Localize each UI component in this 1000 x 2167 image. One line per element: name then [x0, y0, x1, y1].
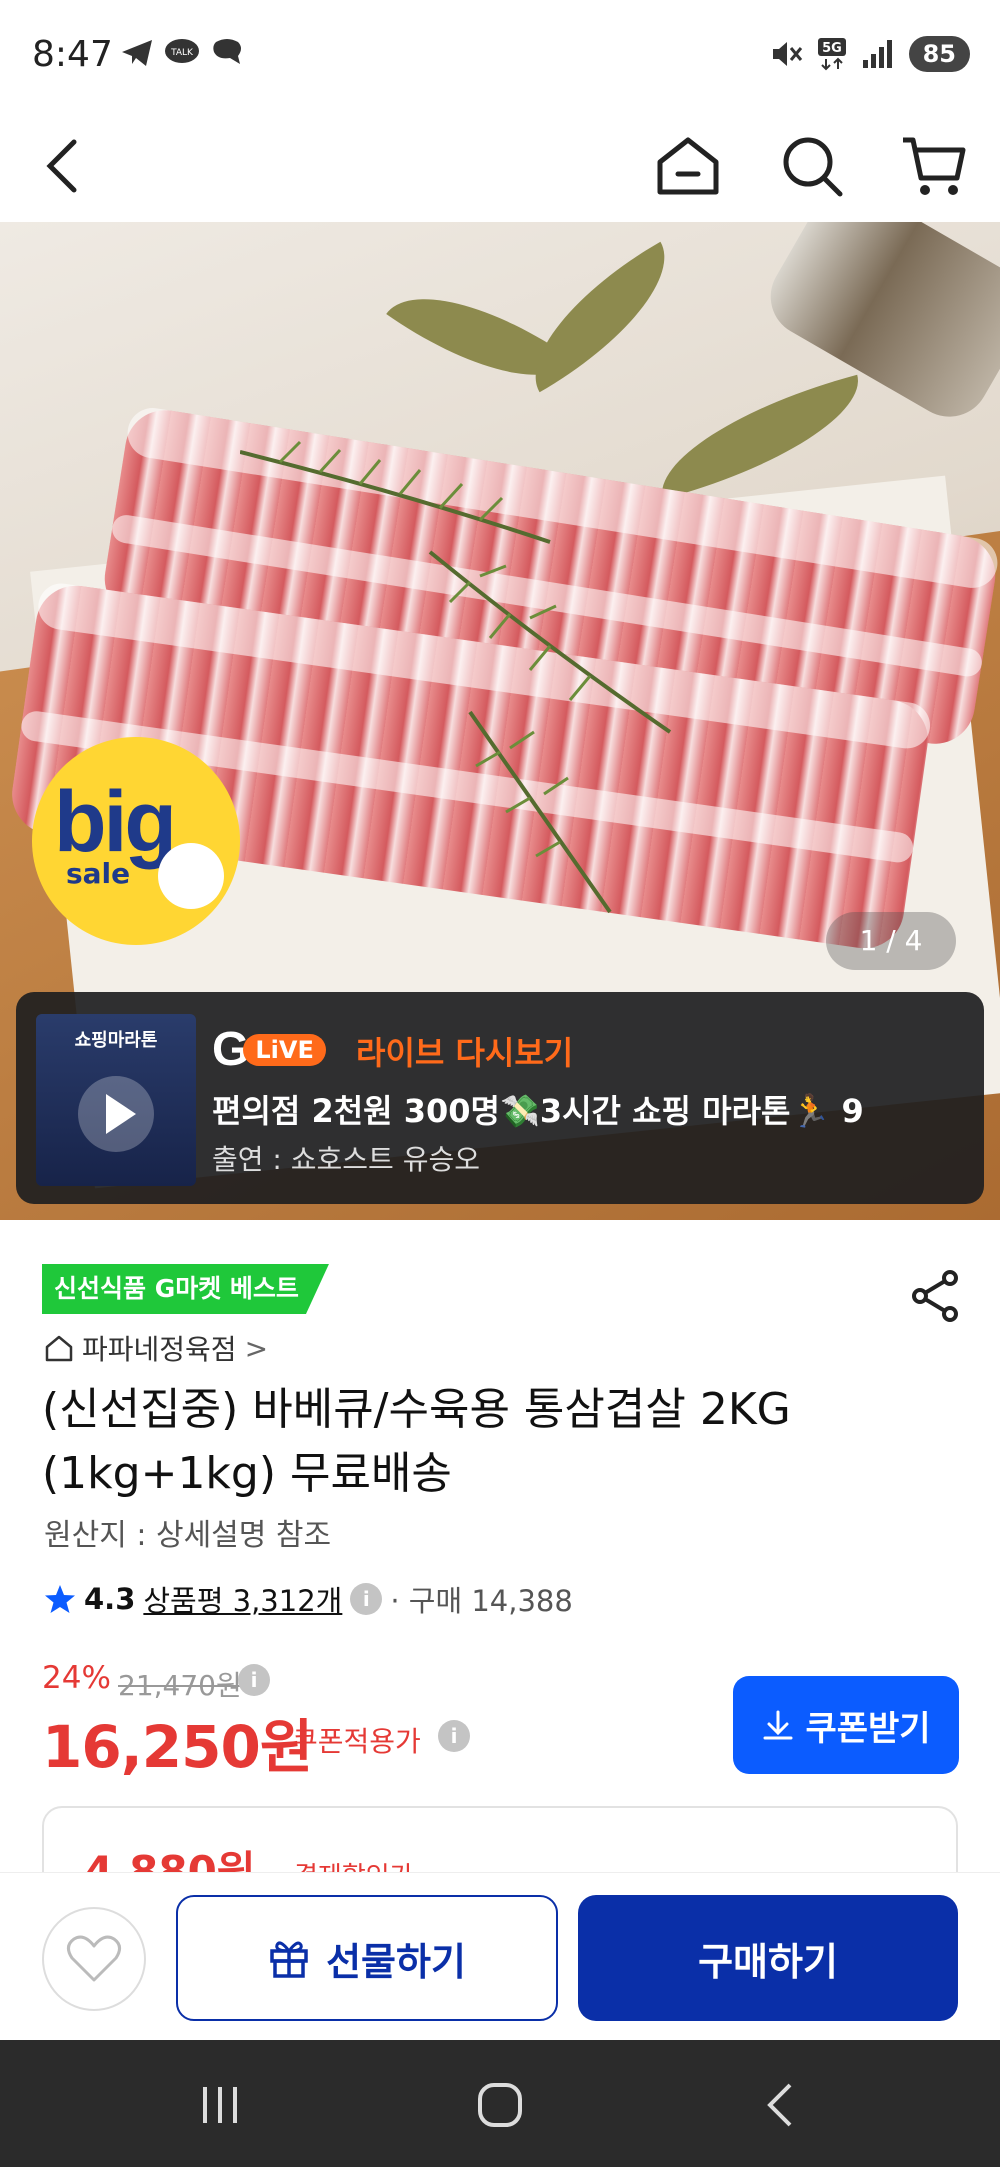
bay-leaf: [386, 256, 574, 418]
product-origin: 원산지 : 상세설명 참조: [44, 1518, 332, 1553]
chat-icon: [213, 39, 241, 64]
sale-price: 16,250원: [42, 1713, 313, 1781]
kakaotalk-icon: TALK: [165, 39, 199, 63]
coupon-price-label: 쿠폰적용가: [292, 1725, 421, 1758]
get-coupon-label: 쿠폰받기: [805, 1708, 931, 1749]
get-coupon-button[interactable]: 쿠폰받기: [733, 1676, 959, 1774]
carousel-page-indicator: 1 / 4: [826, 912, 956, 970]
recent-apps-icon: [203, 2087, 237, 2123]
glive-logo-live: LiVE: [243, 1033, 326, 1066]
product-title: (신선집중) 바베큐/수육용 통삼겹살 2KG (1kg+1kg) 무료배송: [42, 1384, 791, 1499]
svg-text:5G: 5G: [822, 41, 842, 56]
star-icon: [45, 1585, 75, 1613]
glive-logo: G LiVE: [212, 1022, 326, 1077]
rabbit-mascot-icon: [158, 843, 224, 909]
top-nav: [0, 112, 1000, 222]
live-replay-banner[interactable]: 쇼핑마라톤 G LiVE 라이브 다시보기 편의점 2천원 300명💸3시간 쇼…: [16, 992, 984, 1204]
info-icon[interactable]: i: [238, 1664, 270, 1696]
info-icon[interactable]: i: [438, 1720, 470, 1752]
buy-button[interactable]: 구매하기: [578, 1895, 958, 2021]
cart-button[interactable]: [894, 126, 974, 206]
review-count-link[interactable]: 상품평 3,312개: [143, 1578, 342, 1620]
product-image-carousel[interactable]: big sale 1 / 4 쇼핑마라톤 G LiVE 라이브 다시보기 편의점…: [0, 222, 1000, 1220]
shop-link[interactable]: 파파네정육점 >: [44, 1328, 268, 1368]
home-icon: [657, 137, 719, 195]
original-price: 21,470원: [118, 1669, 242, 1702]
status-bar: 8:47 TALK 5G 85: [0, 0, 1000, 112]
home-system-button[interactable]: [460, 2070, 540, 2140]
shop-name: 파파네정육점: [82, 1333, 237, 1366]
discount-rate: 24%: [42, 1660, 111, 1696]
status-app-icons: TALK: [120, 38, 244, 68]
svg-text:TALK: TALK: [170, 48, 194, 58]
info-icon[interactable]: i: [350, 1583, 383, 1615]
live-thumbnail[interactable]: 쇼핑마라톤: [36, 1014, 196, 1186]
gift-button[interactable]: 선물하기: [176, 1895, 558, 2021]
status-time: 8:47: [32, 34, 113, 75]
mute-icon: [772, 42, 802, 66]
gift-icon: [270, 1941, 308, 1978]
live-host: 출연 : 쇼호스트 유승오: [212, 1143, 480, 1176]
big-sale-badge: big sale: [32, 737, 240, 945]
shop-home-icon: [45, 1335, 73, 1362]
status-right: 5G 85: [769, 36, 970, 72]
telegram-icon: [122, 40, 152, 66]
rosemary-sprig: [240, 440, 551, 544]
best-badge: 신선식품 G마켓 베스트: [42, 1264, 329, 1314]
gift-button-label: 선물하기: [326, 1939, 466, 1984]
back-arrow-icon: [767, 2083, 792, 2127]
play-icon: [78, 1076, 154, 1152]
home-button[interactable]: [648, 126, 728, 206]
shop-chevron: >: [244, 1331, 269, 1365]
share-button[interactable]: [906, 1266, 966, 1326]
wishlist-button[interactable]: [42, 1907, 146, 2011]
back-button[interactable]: [22, 126, 102, 206]
back-icon: [46, 139, 77, 193]
rating-score: 4.3: [84, 1582, 136, 1616]
bay-leaf: [644, 374, 876, 500]
big-sale-sale: sale: [66, 857, 131, 890]
live-title: 편의점 2천원 300명💸3시간 쇼핑 마라톤🏃 9: [212, 1092, 864, 1130]
download-icon: [763, 1710, 793, 1740]
home-circle-icon: [478, 2083, 522, 2127]
system-back-button[interactable]: [740, 2070, 820, 2140]
live-thumbnail-title: 쇼핑마라톤: [74, 1030, 158, 1051]
live-replay-label: 라이브 다시보기: [356, 1034, 574, 1072]
recent-apps-button[interactable]: [180, 2070, 260, 2140]
share-icon: [912, 1270, 958, 1322]
system-nav-bar: [0, 2040, 1000, 2167]
bottom-action-bar: 선물하기 구매하기: [0, 1872, 1000, 2040]
rating-row: 4.3 상품평 3,312개 i · 구매 14,388: [44, 1578, 573, 1620]
heart-icon: [67, 1935, 121, 1982]
search-button[interactable]: [772, 126, 852, 206]
5g-icon: 5G: [817, 38, 846, 71]
search-icon: [783, 137, 843, 197]
battery-indicator: 85: [908, 36, 970, 72]
rosemary-sprig: [468, 710, 612, 914]
purchase-count: · 구매 14,388: [390, 1584, 573, 1618]
cart-icon: [903, 137, 966, 195]
buy-button-label: 구매하기: [698, 1939, 838, 1984]
signal-icon: [862, 40, 892, 68]
